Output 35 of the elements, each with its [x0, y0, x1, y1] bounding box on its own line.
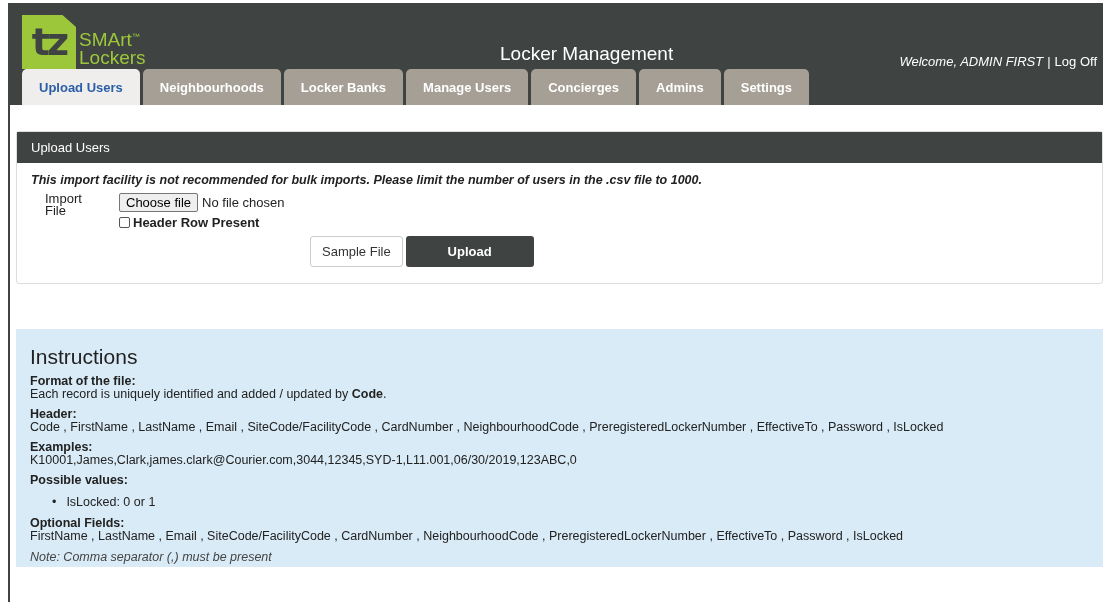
logout-link[interactable]: Log Off [1054, 54, 1097, 69]
section-text: Code , FirstName , LastName , Email , SiteCode/FacilityCode , CardNumber , NeighbourhoodCode , PreregisteredLockerNumber , EffectiveTo , Password , IsLocked [30, 421, 945, 434]
nav-tab[interactable]: Manage Users [406, 69, 529, 105]
separator: | [1047, 54, 1051, 69]
checkbox-label: Header Row Present [133, 215, 260, 230]
choose-file-button[interactable]: Choose file [119, 193, 199, 212]
field-label: Import File [45, 193, 83, 220]
section-heading: Format of the file: [30, 375, 137, 388]
section-heading: Optional Fields: [30, 517, 126, 530]
logo-mark: tz [22, 15, 76, 69]
section-text: Each record is uniquely identified and added / updated by Code. [30, 388, 388, 401]
nav-tab[interactable]: Upload Users [22, 69, 140, 105]
instructions-title: Instructions [30, 345, 139, 369]
section-heading: Examples: [30, 441, 93, 454]
note-text: Note: Comma separator (,) must be present [30, 550, 273, 564]
section-text: K10001,James,Clark,james.clark@Courier.com,3044,12345,SYD-1,L11.001,06/30/2019,123ABC,0 [30, 454, 578, 467]
sample-file-button[interactable]: Sample File [310, 236, 403, 267]
nav-tab[interactable]: Neighbourhoods [142, 69, 281, 105]
section-heading: Possible values: [30, 474, 129, 487]
page-title: Locker Management [500, 43, 674, 65]
section-text: FirstName , LastName , Email , SiteCode/FacilityCode , CardNumber , NeighbourhoodCode , PreregisteredLockerNumber , EffectiveTo , Password , IsLocked [30, 530, 905, 543]
section-heading: Header: [30, 408, 78, 421]
logo-text: SMArt$^{™}$ Lockers [79, 28, 146, 67]
file-status: No file chosen [202, 195, 285, 210]
welcome-text: Welcome, ADMIN FIRST [899, 54, 1044, 69]
panel-title: Upload Users [17, 132, 1102, 163]
list-item: IsLocked: 0 or 1 [66, 495, 156, 510]
nav-tab[interactable]: Admins [639, 69, 721, 105]
bullet: • [52, 495, 57, 510]
nav-tab[interactable]: Settings [723, 69, 809, 105]
checkbox[interactable] [119, 217, 130, 228]
warning-text: This import facility is not recommended for bulk imports. Please limit the number of users in the .csv file to 1000. [31, 173, 703, 187]
upload-button[interactable]: Upload [405, 236, 534, 267]
nav-tab[interactable]: Concierges [531, 69, 637, 105]
nav-tab[interactable]: Locker Banks [283, 69, 404, 105]
